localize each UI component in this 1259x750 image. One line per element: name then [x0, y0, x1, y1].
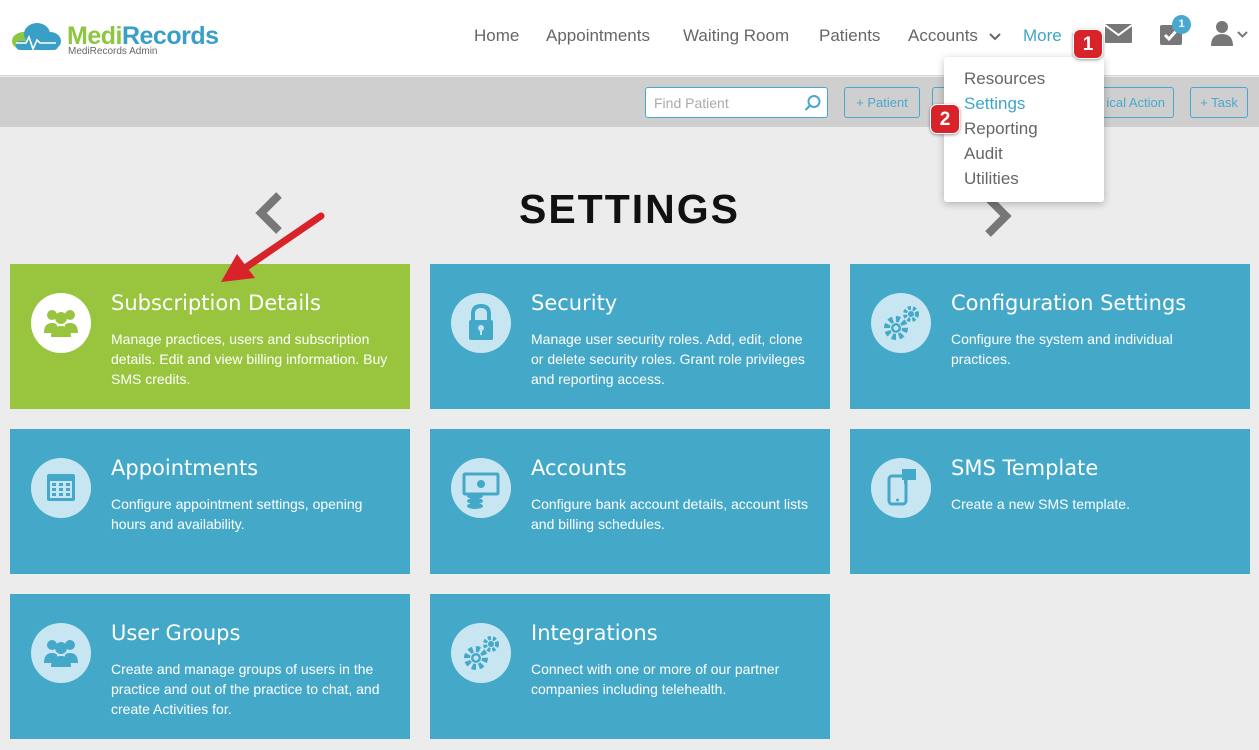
menu-item-audit[interactable]: Audit	[944, 141, 1104, 166]
tile-title: SMS Template	[951, 456, 1099, 480]
chevron-down-icon	[1237, 31, 1248, 38]
tile-description: Connect with one or more of our partner …	[531, 661, 780, 697]
tile-description: Manage practices, users and subscription…	[111, 331, 388, 387]
tile-title: Configuration Settings	[951, 291, 1187, 315]
menu-item-reporting[interactable]: Reporting	[944, 116, 1104, 141]
tile-title: Integrations	[531, 621, 658, 645]
gears-icon	[451, 623, 511, 683]
users-icon	[31, 293, 91, 353]
search-icon[interactable]	[804, 94, 822, 112]
app-logo[interactable]: MediRecords MediRecords Admin	[10, 18, 220, 62]
tile-title: Accounts	[531, 456, 627, 480]
gears-icon	[871, 293, 931, 353]
menu-item-utilities[interactable]: Utilities	[944, 166, 1104, 191]
tile-security[interactable]: Security Manage user security roles. Add…	[430, 264, 830, 409]
tile-accounts[interactable]: Accounts Configure bank account details,…	[430, 429, 830, 574]
menu-item-settings[interactable]: Settings	[944, 91, 1104, 116]
tile-subscription-details[interactable]: Subscription Details Manage practices, u…	[10, 264, 410, 409]
nav-waiting-room[interactable]: Waiting Room	[683, 25, 789, 47]
menu-item-resources[interactable]: Resources	[944, 66, 1104, 91]
more-dropdown-menu: Resources Settings Reporting Audit Utili…	[944, 57, 1104, 202]
find-patient-search[interactable]	[645, 87, 828, 118]
tile-title: User Groups	[111, 621, 241, 645]
red-arrow-icon	[221, 212, 325, 282]
tile-user-groups[interactable]: User Groups Create and manage groups of …	[10, 594, 410, 739]
step-1-annotation: 1	[1073, 29, 1103, 59]
tile-description: Manage user security roles. Add, edit, c…	[531, 331, 805, 387]
tasks-button[interactable]: 1	[1160, 15, 1191, 46]
tile-appointments[interactable]: Appointments Configure appointment setti…	[10, 429, 410, 574]
chevron-down-icon	[988, 32, 1001, 40]
money-icon	[451, 458, 511, 518]
add-task-button[interactable]: + Task	[1190, 87, 1248, 118]
tile-title: Subscription Details	[111, 291, 321, 315]
user-group-icon	[31, 623, 91, 683]
tile-title: Appointments	[111, 456, 259, 480]
user-menu[interactable]	[1211, 20, 1251, 46]
lock-icon	[451, 293, 511, 353]
calendar-icon	[31, 458, 91, 518]
tile-description: Configure appointment settings, opening …	[111, 496, 363, 532]
mail-icon[interactable]	[1105, 24, 1132, 43]
tile-configuration-settings[interactable]: Configuration Settings Configure the sys…	[850, 264, 1250, 409]
user-icon	[1211, 21, 1233, 46]
app-subtitle: MediRecords Admin	[68, 46, 158, 57]
add-patient-button[interactable]: + Patient	[844, 87, 920, 118]
nav-accounts[interactable]: Accounts	[908, 25, 1001, 47]
phone-message-icon	[871, 458, 931, 518]
cloud-logo-icon	[12, 23, 61, 52]
step-2-annotation: 2	[930, 104, 960, 134]
nav-appointments[interactable]: Appointments	[546, 25, 650, 47]
tasks-count-badge: 1	[1172, 15, 1191, 34]
tile-sms-template[interactable]: SMS Template Create a new SMS template.	[850, 429, 1250, 574]
nav-accounts-label: Accounts	[908, 26, 978, 45]
tile-description: Create and manage groups of users in the…	[111, 661, 380, 717]
tile-title: Security	[531, 291, 618, 315]
find-patient-input[interactable]	[654, 94, 802, 112]
nav-patients[interactable]: Patients	[819, 25, 880, 47]
tile-integrations[interactable]: Integrations Connect with one or more of…	[430, 594, 830, 739]
tile-description: Configure the system and individual prac…	[951, 331, 1173, 367]
nav-more-label: More	[1023, 26, 1062, 45]
nav-home[interactable]: Home	[474, 25, 519, 47]
tile-description: Create a new SMS template.	[951, 496, 1130, 512]
tile-description: Configure bank account details, account …	[531, 496, 809, 532]
